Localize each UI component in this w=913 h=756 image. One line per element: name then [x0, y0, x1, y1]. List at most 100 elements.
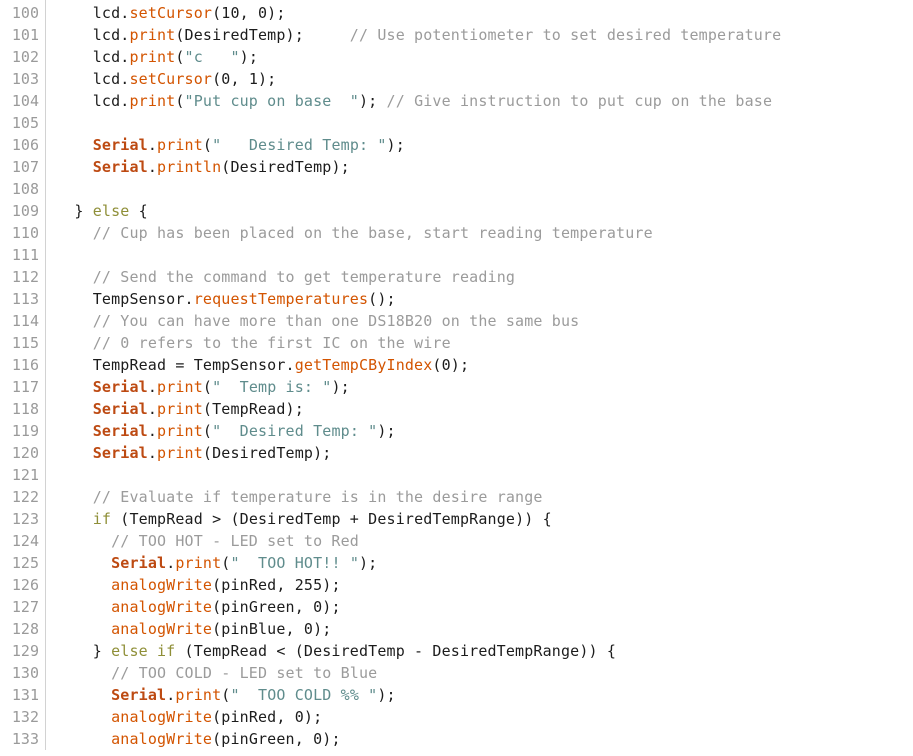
code-line[interactable]: lcd.print("Put cup on base "); // Give i… — [56, 90, 913, 112]
code-line[interactable]: analogWrite(pinRed, 0); — [56, 706, 913, 728]
token-plain: ( — [202, 136, 213, 154]
token-comment: // TOO COLD - LED set to Blue — [111, 664, 378, 682]
code-line[interactable]: // 0 refers to the first IC on the wire — [56, 332, 913, 354]
token-kw: if — [92, 510, 112, 528]
code-line[interactable]: Serial.print(" Temp is: "); — [56, 376, 913, 398]
token-obj: Serial — [92, 158, 148, 176]
token-plain: TempRead = TempSensor. — [56, 356, 295, 374]
token-plain: (TempRead < (DesiredTemp - DesiredTempRa… — [175, 642, 617, 660]
token-func: analogWrite — [111, 620, 213, 638]
token-func: print — [129, 48, 176, 66]
token-func: print — [157, 444, 203, 462]
token-plain: } — [56, 202, 93, 220]
code-line[interactable]: // Cup has been placed on the base, star… — [56, 222, 913, 244]
code-content-area[interactable]: lcd.setCursor(10, 0); lcd.print(DesiredT… — [46, 0, 913, 750]
code-line[interactable]: if (TempRead > (DesiredTemp + DesiredTem… — [56, 508, 913, 530]
code-line[interactable]: TempSensor.requestTemperatures(); — [56, 288, 913, 310]
code-line[interactable]: // TOO HOT - LED set to Red — [56, 530, 913, 552]
code-line[interactable]: // TOO COLD - LED set to Blue — [56, 662, 913, 684]
token-plain: } — [56, 642, 112, 660]
token-plain: . — [166, 554, 176, 572]
token-string: "c " — [184, 48, 240, 66]
code-line[interactable]: Serial.print(TempRead); — [56, 398, 913, 420]
code-line[interactable]: // Send the command to get temperature r… — [56, 266, 913, 288]
code-line[interactable]: Serial.print(" TOO HOT!! "); — [56, 552, 913, 574]
token-plain: (DesiredTemp); — [202, 444, 332, 462]
code-line[interactable]: Serial.print(" Desired Temp: "); — [56, 134, 913, 156]
token-func: print — [175, 554, 222, 572]
token-plain: (DesiredTemp); — [221, 158, 350, 176]
code-line[interactable]: analogWrite(pinBlue, 0); — [56, 618, 913, 640]
token-func: print — [157, 400, 203, 418]
code-line[interactable]: analogWrite(pinGreen, 0); — [56, 596, 913, 618]
token-comment: // Cup has been placed on the base, star… — [92, 224, 653, 242]
line-number: 106 — [11, 136, 39, 154]
token-string: " Desired Temp: " — [212, 136, 387, 154]
token-plain: ); — [377, 422, 396, 440]
line-number: 113 — [11, 290, 39, 308]
code-line[interactable]: lcd.print(DesiredTemp); // Use potentiom… — [56, 24, 913, 46]
code-editor[interactable]: 100 101 102 103 104 105 106 107 108 109 110 111 112 1… — [0, 0, 913, 756]
token-plain: . — [166, 686, 176, 704]
token-plain: ( — [175, 92, 185, 110]
token-func: setCursor — [129, 70, 213, 88]
code-line[interactable]: Serial.print(" Desired Temp: "); — [56, 420, 913, 442]
code-line[interactable]: Serial.print(" TOO COLD %% "); — [56, 684, 913, 706]
line-number: 133 — [11, 730, 39, 748]
line-number: 115 — [11, 334, 39, 352]
code-line[interactable] — [56, 112, 913, 134]
token-func: print — [175, 686, 222, 704]
code-line[interactable]: Serial.println(DesiredTemp); — [56, 156, 913, 178]
code-line[interactable]: // Evaluate if temperature is in the des… — [56, 486, 913, 508]
token-string: " TOO HOT!! " — [230, 554, 359, 572]
line-number: 119 — [11, 422, 39, 440]
code-line[interactable]: Serial.print(DesiredTemp); — [56, 442, 913, 464]
token-func: print — [157, 422, 203, 440]
token-obj: Serial — [111, 686, 167, 704]
token-plain: ); — [331, 378, 350, 396]
code-line[interactable]: lcd.setCursor(0, 1); — [56, 68, 913, 90]
code-line[interactable]: analogWrite(pinRed, 255); — [56, 574, 913, 596]
code-line[interactable]: } else if (TempRead < (DesiredTemp - Des… — [56, 640, 913, 662]
token-plain: { — [129, 202, 148, 220]
code-line[interactable]: lcd.print("c "); — [56, 46, 913, 68]
line-number: 120 — [11, 444, 39, 462]
token-comment: // Send the command to get temperature r… — [92, 268, 516, 286]
line-number: 118 — [11, 400, 39, 418]
code-line[interactable]: lcd.setCursor(10, 0); — [56, 2, 913, 24]
token-comment: // Use potentiometer to set desired temp… — [349, 26, 782, 44]
code-line[interactable] — [56, 178, 913, 200]
token-plain: (pinRed, 255); — [212, 576, 341, 594]
token-plain: lcd. — [56, 70, 130, 88]
code-line[interactable]: TempRead = TempSensor.getTempCByIndex(0)… — [56, 354, 913, 376]
line-number: 128 — [11, 620, 39, 638]
token-plain: lcd. — [56, 4, 130, 22]
line-number: 108 — [11, 180, 39, 198]
line-number: 121 — [11, 466, 39, 484]
token-obj: Serial — [92, 422, 148, 440]
line-number: 127 — [11, 598, 39, 616]
token-func: print — [129, 26, 176, 44]
code-line[interactable]: // You can have more than one DS18B20 on… — [56, 310, 913, 332]
code-line[interactable]: analogWrite(pinGreen, 0); — [56, 728, 913, 750]
code-line[interactable]: } else { — [56, 200, 913, 222]
code-line[interactable] — [56, 244, 913, 266]
token-comment: // Give instruction to put cup on the ba… — [386, 92, 773, 110]
code-line[interactable] — [56, 464, 913, 486]
token-obj: Serial — [92, 400, 148, 418]
token-plain: (DesiredTemp); — [175, 26, 350, 44]
token-plain: ( — [202, 378, 213, 396]
token-obj: Serial — [92, 378, 148, 396]
line-number: 101 — [11, 26, 39, 44]
